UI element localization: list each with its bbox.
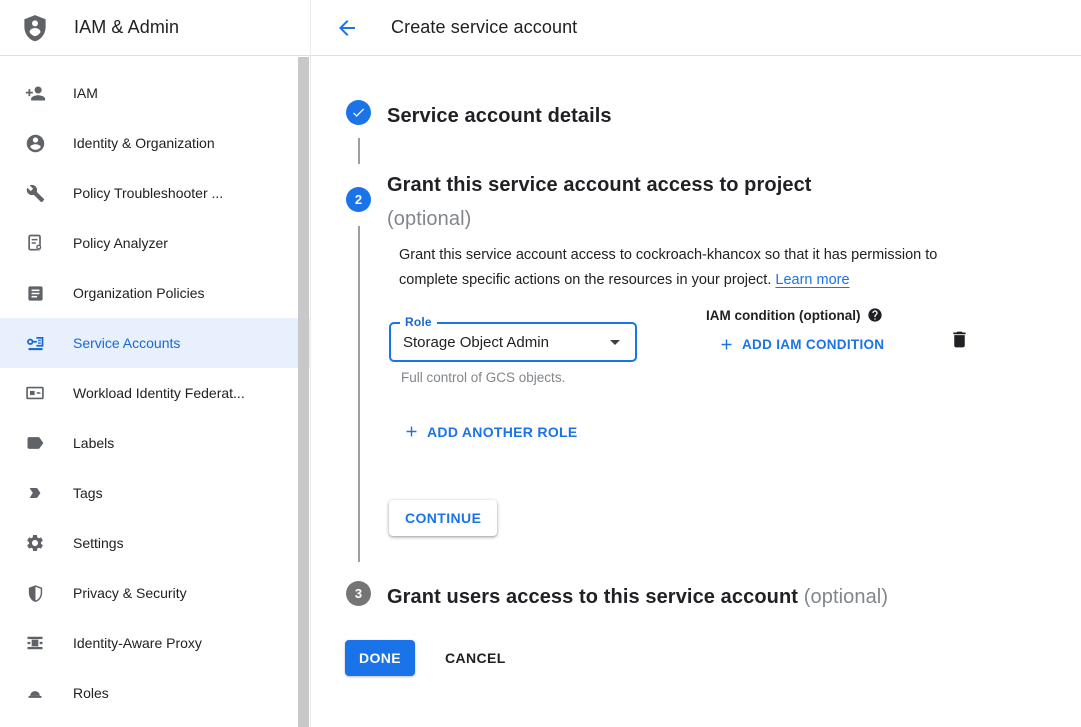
done-button[interactable]: DONE (345, 640, 415, 676)
sidebar-item-label: Workload Identity Federat... (73, 385, 245, 401)
plus-icon (403, 423, 420, 440)
plus-icon (718, 336, 735, 353)
sidebar-item-label: Organization Policies (73, 285, 205, 301)
sidebar-item-label: Roles (73, 685, 109, 701)
sidebar-nav: IAM Identity & Organization Policy Troub… (0, 56, 310, 718)
step2-optional-label: (optional) (387, 208, 471, 230)
step2-title-text: Grant this service account access to pro… (387, 174, 812, 196)
page-header: Create service account (311, 0, 1081, 56)
sidebar-item-label: Identity & Organization (73, 135, 215, 151)
add-another-role-button[interactable]: ADD ANOTHER ROLE (403, 423, 578, 440)
label-icon (24, 432, 46, 454)
person-add-icon (24, 82, 46, 104)
sidebar-item-label: Tags (73, 485, 103, 501)
step2-description: Grant this service account access to coc… (399, 243, 991, 293)
add-iam-condition-label: ADD IAM CONDITION (742, 337, 884, 352)
iam-condition-label: IAM condition (optional) (706, 308, 860, 323)
sidebar-item-settings[interactable]: Settings (0, 518, 310, 568)
page-title: Create service account (391, 17, 577, 38)
main-content: Service account details 2 Grant this ser… (311, 56, 1081, 727)
step3-title: Grant users access to this service accou… (387, 580, 888, 614)
sidebar-item-tags[interactable]: Tags (0, 468, 310, 518)
cancel-button[interactable]: CANCEL (445, 640, 506, 676)
learn-more-link[interactable]: Learn more (775, 272, 849, 288)
dropdown-arrow-icon (603, 330, 627, 354)
sidebar-item-policy-analyzer[interactable]: Policy Analyzer (0, 218, 310, 268)
sidebar-item-policy-troubleshooter[interactable]: Policy Troubleshooter ... (0, 168, 310, 218)
document-gear-icon (24, 232, 46, 254)
add-another-role-label: ADD ANOTHER ROLE (427, 424, 578, 440)
continue-button[interactable]: CONTINUE (389, 500, 497, 536)
add-iam-condition-button[interactable]: ADD IAM CONDITION (718, 336, 884, 353)
sidebar-item-label: Policy Analyzer (73, 235, 168, 251)
service-account-key-icon (24, 332, 46, 354)
step-connector (358, 226, 360, 562)
back-arrow-icon[interactable] (335, 16, 359, 40)
step3-title-text: Grant users access to this service accou… (387, 586, 798, 608)
step3-number-badge: 3 (346, 581, 371, 606)
gear-icon (24, 532, 46, 554)
role-select[interactable]: Role Storage Object Admin (389, 322, 637, 362)
sidebar-item-label: Service Accounts (73, 335, 180, 351)
sidebar-item-label: IAM (73, 85, 98, 101)
role-field-label: Role (400, 315, 437, 329)
iam-condition-block: IAM condition (optional) ADD IAM CONDITI… (706, 307, 884, 353)
sidebar-header: IAM & Admin (0, 0, 310, 56)
wrench-icon (24, 182, 46, 204)
sidebar-item-workload-identity-federation[interactable]: Workload Identity Federat... (0, 368, 310, 418)
step2-number-badge: 2 (346, 187, 371, 212)
tag-arrow-icon (24, 482, 46, 504)
account-circle-icon (24, 132, 46, 154)
step2-title: Grant this service account access to pro… (387, 168, 812, 236)
step1-complete-check-icon (346, 100, 371, 125)
sidebar-item-label: Labels (73, 435, 114, 451)
shield-half-icon (24, 582, 46, 604)
hat-icon (24, 682, 46, 704)
help-icon[interactable] (867, 307, 883, 323)
sidebar-item-label: Privacy & Security (73, 585, 187, 601)
role-selected-value: Storage Object Admin (403, 334, 603, 351)
sidebar-item-label: Identity-Aware Proxy (73, 635, 202, 651)
proxy-grid-icon (24, 632, 46, 654)
sidebar-item-service-accounts[interactable]: Service Accounts (0, 318, 310, 368)
step-connector (358, 138, 360, 164)
sidebar-title: IAM & Admin (74, 17, 179, 38)
step1-title[interactable]: Service account details (387, 99, 612, 133)
sidebar: IAM & Admin IAM Identity & Organization … (0, 0, 311, 727)
sidebar-item-privacy-security[interactable]: Privacy & Security (0, 568, 310, 618)
iam-admin-shield-icon (20, 11, 50, 45)
sidebar-item-identity-aware-proxy[interactable]: Identity-Aware Proxy (0, 618, 310, 668)
role-helper-text: Full control of GCS objects. (401, 370, 565, 385)
sidebar-item-label: Settings (73, 535, 124, 551)
sidebar-item-identity-organization[interactable]: Identity & Organization (0, 118, 310, 168)
sidebar-item-iam[interactable]: IAM (0, 68, 310, 118)
card-icon (24, 382, 46, 404)
sidebar-item-label: Policy Troubleshooter ... (73, 185, 223, 201)
trash-icon (949, 329, 970, 350)
article-icon (24, 282, 46, 304)
sidebar-item-roles[interactable]: Roles (0, 668, 310, 718)
sidebar-scrollbar[interactable] (298, 57, 309, 727)
step2-description-text: Grant this service account access to coc… (399, 247, 937, 288)
step3-optional-label: (optional) (804, 586, 888, 608)
sidebar-item-labels[interactable]: Labels (0, 418, 310, 468)
delete-role-button[interactable] (947, 327, 971, 351)
sidebar-item-organization-policies[interactable]: Organization Policies (0, 268, 310, 318)
